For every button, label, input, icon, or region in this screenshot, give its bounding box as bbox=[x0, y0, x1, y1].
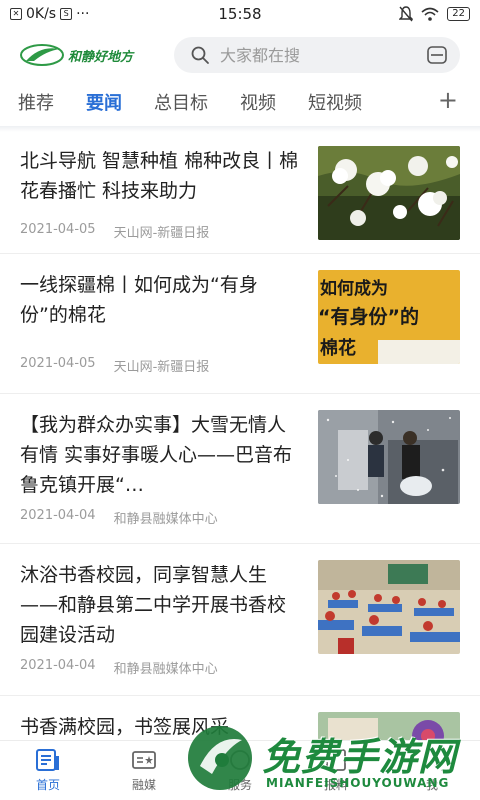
thumb-poster-line2: “有身份”的 bbox=[318, 306, 419, 328]
nav-label: 报料 bbox=[323, 778, 348, 792]
more-dots-icon: ··· bbox=[76, 6, 90, 22]
report-icon bbox=[326, 749, 346, 771]
search-icon bbox=[191, 46, 209, 64]
news-source: 和静县融媒体中心 bbox=[113, 662, 218, 677]
news-title: 一线探疆棉丨如何成为“有身份”的棉花 bbox=[20, 274, 258, 326]
thumb-poster-line1: 如何成为 bbox=[320, 279, 388, 299]
search-input[interactable] bbox=[220, 45, 426, 65]
news-meta: 2021-04-04 和静县融媒体中心 bbox=[20, 658, 300, 677]
nav-me[interactable]: 我 bbox=[384, 741, 480, 800]
nav-label: 服务 bbox=[227, 778, 252, 792]
news-date: 2021-04-04 bbox=[20, 658, 96, 673]
news-title: 北斗导航 智慧种植 棉种改良丨棉花春播忙 科技来助力 bbox=[20, 150, 299, 202]
status-bar: ✕ 0K/s S ··· 15:58 22 bbox=[0, 0, 480, 28]
news-thumbnail: 如何成为 “有身份”的 棉花 bbox=[318, 270, 460, 364]
news-item[interactable]: 一线探疆棉丨如何成为“有身份”的棉花 2021-04-05 天山网-新疆日报 如… bbox=[0, 254, 480, 394]
status-right: 22 bbox=[310, 6, 470, 22]
bottom-nav: 首页 融媒 服务 报料 我 bbox=[0, 740, 480, 800]
tab-general-goal[interactable]: 总目标 bbox=[154, 89, 208, 115]
news-icon bbox=[36, 749, 59, 771]
nav-home[interactable]: 首页 bbox=[0, 741, 96, 800]
search-bar[interactable] bbox=[174, 37, 460, 73]
user-icon bbox=[421, 750, 443, 771]
thumb-poster-stripe bbox=[378, 340, 460, 364]
tab-recommend[interactable]: 推荐 bbox=[18, 89, 54, 115]
tab-video[interactable]: 视频 bbox=[240, 89, 276, 115]
nav-label: 融媒 bbox=[131, 778, 156, 792]
news-meta: 2021-04-04 和静县融媒体中心 bbox=[20, 508, 300, 527]
notification-close-icon: ✕ bbox=[10, 8, 22, 20]
news-list: 北斗导航 智慧种植 棉种改良丨棉花春播忙 科技来助力 2021-04-05 天山… bbox=[0, 132, 480, 800]
status-left: ✕ 0K/s S ··· bbox=[10, 6, 170, 22]
news-text: 北斗导航 智慧种植 棉种改良丨棉花春播忙 科技来助力 2021-04-05 天山… bbox=[20, 146, 300, 241]
logo-leaf-icon bbox=[20, 44, 64, 66]
news-source: 天山网-新疆日报 bbox=[113, 360, 210, 375]
news-meta: 2021-04-05 天山网-新疆日报 bbox=[20, 222, 300, 241]
news-source: 和静县融媒体中心 bbox=[113, 512, 218, 527]
battery-icon: 22 bbox=[447, 7, 470, 21]
nav-label: 首页 bbox=[35, 778, 60, 792]
news-date: 2021-04-04 bbox=[20, 508, 96, 523]
thumb-poster-line3: 棉花 bbox=[320, 338, 356, 359]
news-text: 沐浴书香校园，同享智慧人生——和静县第二中学开展书香校园建设活动 2021-04… bbox=[20, 560, 300, 677]
nav-media[interactable]: 融媒 bbox=[96, 741, 192, 800]
wifi-icon bbox=[421, 7, 439, 21]
news-date: 2021-04-05 bbox=[20, 222, 96, 237]
app-header: 和静好地方 bbox=[0, 34, 480, 76]
news-title: 书香满校园，书签展风采 bbox=[20, 716, 230, 738]
news-meta: 2021-04-05 天山网-新疆日报 bbox=[20, 356, 300, 375]
news-thumbnail bbox=[318, 146, 460, 240]
service-icon bbox=[230, 750, 250, 770]
news-item[interactable]: 沐浴书香校园，同享智慧人生——和静县第二中学开展书香校园建设活动 2021-04… bbox=[0, 544, 480, 696]
mute-icon bbox=[399, 6, 414, 22]
scan-icon[interactable] bbox=[426, 45, 448, 65]
news-text: 一线探疆棉丨如何成为“有身份”的棉花 2021-04-05 天山网-新疆日报 bbox=[20, 270, 300, 375]
news-title: 【我为群众办实事】大雪无情人有情 实事好事暖人心——巴音布鲁克镇开展“… bbox=[20, 414, 293, 496]
news-source: 天山网-新疆日报 bbox=[113, 226, 210, 241]
channel-tabs: 推荐 要闻 总目标 视频 短视频 bbox=[0, 82, 480, 122]
news-thumbnail bbox=[318, 560, 460, 654]
status-time: 15:58 bbox=[218, 5, 262, 23]
news-item[interactable]: 北斗导航 智慧种植 棉种改良丨棉花春播忙 科技来助力 2021-04-05 天山… bbox=[0, 132, 480, 254]
notification-s-icon: S bbox=[60, 8, 73, 20]
news-title: 沐浴书香校园，同享智慧人生——和静县第二中学开展书香校园建设活动 bbox=[20, 564, 287, 646]
logo-text: 和静好地方 bbox=[68, 49, 134, 65]
app-logo: 和静好地方 bbox=[20, 40, 154, 70]
nav-service[interactable]: 服务 bbox=[192, 741, 288, 800]
nav-report[interactable]: 报料 bbox=[288, 741, 384, 800]
news-thumbnail bbox=[318, 410, 460, 504]
media-icon bbox=[132, 751, 156, 769]
tab-headlines[interactable]: 要闻 bbox=[86, 89, 122, 115]
network-speed: 0K/s bbox=[26, 6, 57, 22]
news-date: 2021-04-05 bbox=[20, 356, 96, 371]
news-item[interactable]: 【我为群众办实事】大雪无情人有情 实事好事暖人心——巴音布鲁克镇开展“… 202… bbox=[0, 394, 480, 544]
news-text: 【我为群众办实事】大雪无情人有情 实事好事暖人心——巴音布鲁克镇开展“… 202… bbox=[20, 410, 300, 527]
add-channel-icon[interactable]: + bbox=[438, 88, 458, 112]
nav-label: 我 bbox=[425, 778, 438, 792]
tab-short-video[interactable]: 短视频 bbox=[308, 89, 362, 115]
